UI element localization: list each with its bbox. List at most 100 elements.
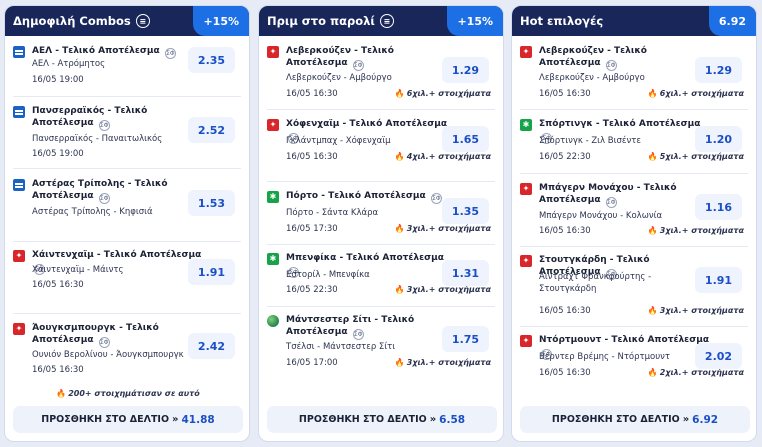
odds-button[interactable]: 1.75 [442, 326, 489, 352]
calendar-icon [13, 46, 25, 58]
divider [520, 326, 748, 327]
bet-time: 16/05 22:30 [286, 285, 338, 295]
bet-match: Μπάγερν Μονάχου - Κολωνία [539, 211, 663, 221]
odds-button[interactable]: 2.42 [188, 333, 235, 359]
odds-button[interactable]: 2.52 [188, 117, 235, 143]
panel-title: Δημοφιλή Combos [13, 14, 131, 28]
bet-row[interactable]: ✦ Λεβερκούζεν - Τελικό Αποτέλεσμα ΣΦ Λεβ… [520, 45, 748, 101]
bet-match: Πανσερραϊκός - Παναιτωλικός [32, 134, 163, 144]
double-chevron-icon: » [172, 414, 179, 425]
bet-time: 16/05 16:30 [539, 306, 591, 316]
flame-icon: 🔥 [647, 152, 658, 161]
bet-row[interactable]: ✦ Χόφενχαϊμ - Τελικό Αποτέλεσμα ΣΦ Γκλάν… [267, 118, 495, 168]
odds-button[interactable]: 1.91 [188, 259, 235, 285]
bet-builder-icon: ΣΦ [352, 60, 364, 71]
bet-match: Άιντραχτ Φρανκφούρτης - Στουτγκάρδη [539, 272, 652, 294]
bets-count: 3χιλ.+ στοιχήματα [659, 226, 744, 235]
bundesliga-icon: ✦ [520, 46, 532, 58]
bet-time: 16/05 17:00 [286, 358, 338, 368]
odds-button[interactable]: 2.02 [695, 343, 742, 369]
bet-builder-icon: ΣΦ [98, 193, 110, 204]
bundesliga-icon: ✦ [267, 46, 279, 58]
odds-button[interactable]: 1.53 [188, 190, 235, 216]
bundesliga-icon: ✦ [520, 335, 532, 347]
bundesliga-icon: ✦ [267, 119, 279, 131]
bet-title: Χόφενχαϊμ - Τελικό Αποτέλεσμα [286, 119, 448, 129]
divider [520, 246, 748, 247]
divider [267, 306, 495, 307]
odds-button[interactable]: 1.31 [442, 260, 489, 286]
bundesliga-icon: ✦ [520, 255, 532, 267]
bet-builder-icon: ΣΦ [352, 329, 364, 340]
bet-match: Τσέλσι - Μάντσεστερ Σίτι [286, 342, 396, 352]
bet-title: ΑΕΛ - Τελικό Αποτέλεσμα [32, 46, 160, 56]
bet-time: 16/05 16:30 [539, 89, 591, 99]
bet-row[interactable]: ✦ Στουτγκάρδη - Τελικό Αποτέλεσμα ΣΦ Άιν… [520, 254, 748, 318]
flame-icon: 🔥 [394, 89, 405, 98]
boost-badge: +15% [447, 6, 503, 36]
total-odds: 6.92 [692, 413, 719, 426]
total-odds: 6.58 [439, 413, 466, 426]
bet-row[interactable]: ✦ Μπάγερν Μονάχου - Τελικό Αποτέλεσμα ΣΦ… [520, 182, 748, 238]
bet-row[interactable]: ✦ Λεβερκούζεν - Τελικό Αποτέλεσμα ΣΦ Λεβ… [267, 45, 495, 101]
odds-button[interactable]: 1.35 [442, 198, 489, 224]
trophy-icon: ≡ [135, 14, 150, 28]
bet-row[interactable]: Πανσερραϊκός - Τελικό Αποτέλεσμα ΣΦ Πανσ… [13, 105, 241, 161]
bet-time: 16/05 16:30 [286, 89, 338, 99]
odds-button[interactable]: 1.65 [442, 126, 489, 152]
odds-button[interactable]: 1.29 [442, 57, 489, 83]
add-to-betslip-button[interactable]: ΠΡΟΣΘΗΚΗ ΣΤΟ ΔΕΛΤΙΟ » 6.58 [267, 406, 497, 433]
bet-row[interactable]: ΑΕΛ - Τελικό Αποτέλεσμα ΣΦ ΑΕΛ - Ατρόμητ… [13, 45, 241, 89]
bet-title: Ντόρτμουντ - Τελικό Αποτέλεσμα [539, 335, 710, 345]
bet-row[interactable]: ✱ Πόρτο - Τελικό Αποτέλεσμα ΣΦ Πόρτο - Σ… [267, 190, 495, 240]
bet-row[interactable]: ✱ Μπενφίκα - Τελικό Αποτέλεσμα ΣΦ Εστορί… [267, 252, 495, 302]
bet-match: Λεβερκούζεν - Αμβούργο [286, 73, 392, 83]
bets-count: 3χιλ.+ στοιχήματα [406, 285, 491, 294]
bet-title: Λεβερκούζεν - Τελικό Αποτέλεσμα [539, 46, 647, 68]
bet-time: 16/05 16:30 [286, 152, 338, 162]
flame-icon: 🔥 [56, 389, 67, 398]
bet-row[interactable]: ✱ Σπόρτινγκ - Τελικό Αποτέλεσμα ΣΦ Σπόρτ… [520, 118, 748, 168]
divider [13, 241, 241, 242]
odds-button[interactable]: 1.91 [695, 267, 742, 293]
bet-row[interactable]: Μάντσεστερ Σίτι - Τελικό Αποτέλεσμα ΣΦ Τ… [267, 314, 495, 372]
bet-match: Σπόρτινγκ - Ζιλ Βισέντε [539, 136, 641, 146]
flame-icon: 🔥 [647, 368, 658, 377]
add-label: ΠΡΟΣΘΗΚΗ ΣΤΟ ΔΕΛΤΙΟ [41, 414, 170, 425]
bet-row[interactable]: ✦ Άουγκσμπουργκ - Τελικό Αποτέλεσμα ΣΦ Ο… [13, 322, 241, 380]
odds-button[interactable]: 1.16 [695, 194, 742, 220]
double-chevron-icon: » [682, 414, 690, 425]
bet-builder-icon: ΣΦ [430, 193, 442, 204]
bet-time: 16/05 16:30 [32, 365, 84, 375]
bet-row[interactable]: ✦ Χάιντενχαϊμ - Τελικό Αποτέλεσμα ΣΦ Χάι… [13, 249, 241, 297]
bet-row[interactable]: Αστέρας Τρίπολης - Τελικό Αποτέλεσμα ΣΦ … [13, 178, 241, 234]
bet-row[interactable]: ✦ Ντόρτμουντ - Τελικό Αποτέλεσμα ΣΦ Βέρν… [520, 334, 748, 384]
liga-portugal-icon: ✱ [520, 119, 532, 131]
bets-count: 6χιλ.+ στοιχήματα [659, 89, 744, 98]
odds-button[interactable]: 1.29 [695, 57, 742, 83]
divider [13, 168, 241, 169]
odds-button[interactable]: 2.35 [188, 47, 235, 73]
bet-title: Μπενφίκα - Τελικό Αποτέλεσμα [286, 253, 444, 263]
bet-time: 16/05 19:00 [32, 75, 84, 85]
flame-icon: 🔥 [394, 358, 405, 367]
globe-icon [267, 315, 279, 327]
trophy-icon: ≡ [379, 14, 394, 28]
panel-title: Hot επιλογές [520, 14, 604, 28]
bet-time: 16/05 16:30 [539, 368, 591, 378]
bets-count: 3χιλ.+ στοιχήματα [659, 306, 744, 315]
divider [13, 96, 241, 97]
bets-count: 5χιλ.+ στοιχήματα [659, 152, 744, 161]
bets-count: 2χιλ.+ στοιχήματα [659, 368, 744, 377]
flame-icon: 🔥 [394, 224, 405, 233]
bundesliga-icon: ✦ [13, 323, 25, 335]
bet-title: Σπόρτινγκ - Τελικό Αποτέλεσμα [539, 119, 701, 129]
flame-icon: 🔥 [647, 89, 658, 98]
popularity-note: 200+ στοιχημάτισαν σε αυτό [68, 389, 200, 398]
flame-icon: 🔥 [647, 226, 658, 235]
add-to-betslip-button[interactable]: ΠΡΟΣΘΗΚΗ ΣΤΟ ΔΕΛΤΙΟ » 41.88 [13, 406, 243, 433]
bet-builder-icon: ΣΦ [98, 337, 110, 348]
add-to-betslip-button[interactable]: ΠΡΟΣΘΗΚΗ ΣΤΟ ΔΕΛΤΙΟ » 6.92 [520, 406, 750, 433]
bet-time: 16/05 19:00 [32, 149, 84, 159]
odds-button[interactable]: 1.20 [695, 126, 742, 152]
